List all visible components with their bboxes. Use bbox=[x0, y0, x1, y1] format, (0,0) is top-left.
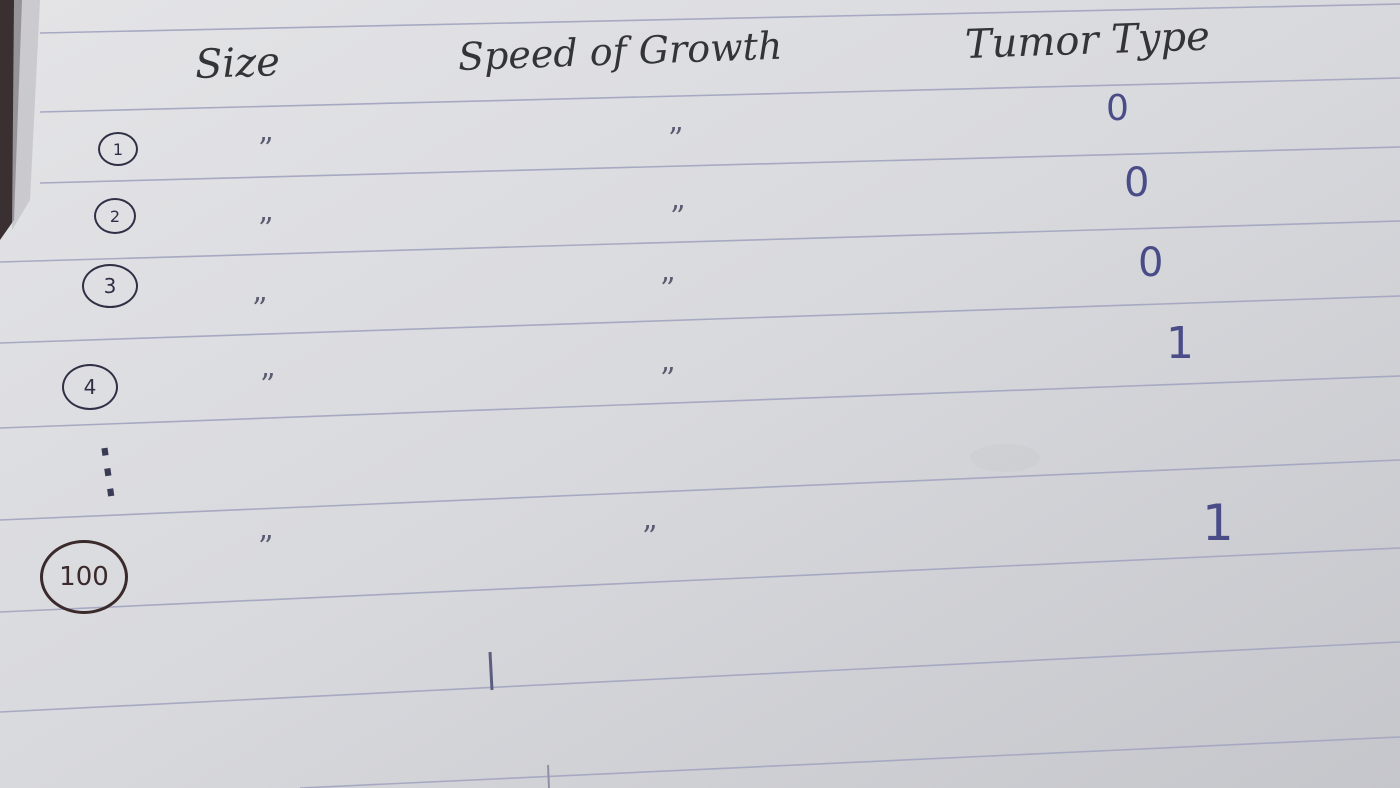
row-number: 4 bbox=[62, 364, 118, 410]
size-ditto-mark: ” bbox=[258, 132, 276, 167]
row-number: 1 bbox=[98, 132, 138, 166]
ellipsis-marker: ⋮ bbox=[73, 431, 143, 510]
speed-ditto-mark: ” bbox=[668, 122, 686, 157]
tumor-type-value: 0 bbox=[1138, 240, 1164, 286]
speed-ditto-mark: ” bbox=[642, 520, 660, 555]
tumor-type-value: 0 bbox=[1106, 88, 1129, 129]
size-ditto-mark: ” bbox=[252, 292, 270, 327]
speed-ditto-mark: ” bbox=[660, 272, 678, 307]
row-number: 2 bbox=[94, 198, 136, 234]
size-ditto-mark: ” bbox=[260, 368, 278, 403]
column-header-tumor-type: Tumor Type bbox=[964, 13, 1211, 68]
row-number: 3 bbox=[82, 264, 138, 308]
size-ditto-mark: ” bbox=[258, 212, 276, 247]
speed-ditto-mark: ” bbox=[670, 200, 688, 235]
notebook-paper bbox=[0, 0, 1400, 788]
tumor-type-value: 1 bbox=[1202, 494, 1234, 552]
tumor-type-value: 1 bbox=[1166, 318, 1194, 369]
column-header-size: Size bbox=[194, 39, 281, 88]
pencil-mark bbox=[488, 651, 494, 691]
speed-ditto-mark: ” bbox=[660, 362, 678, 397]
row-number: 100 bbox=[40, 540, 128, 614]
tumor-type-value: 0 bbox=[1124, 160, 1150, 206]
size-ditto-mark: ” bbox=[258, 530, 276, 565]
